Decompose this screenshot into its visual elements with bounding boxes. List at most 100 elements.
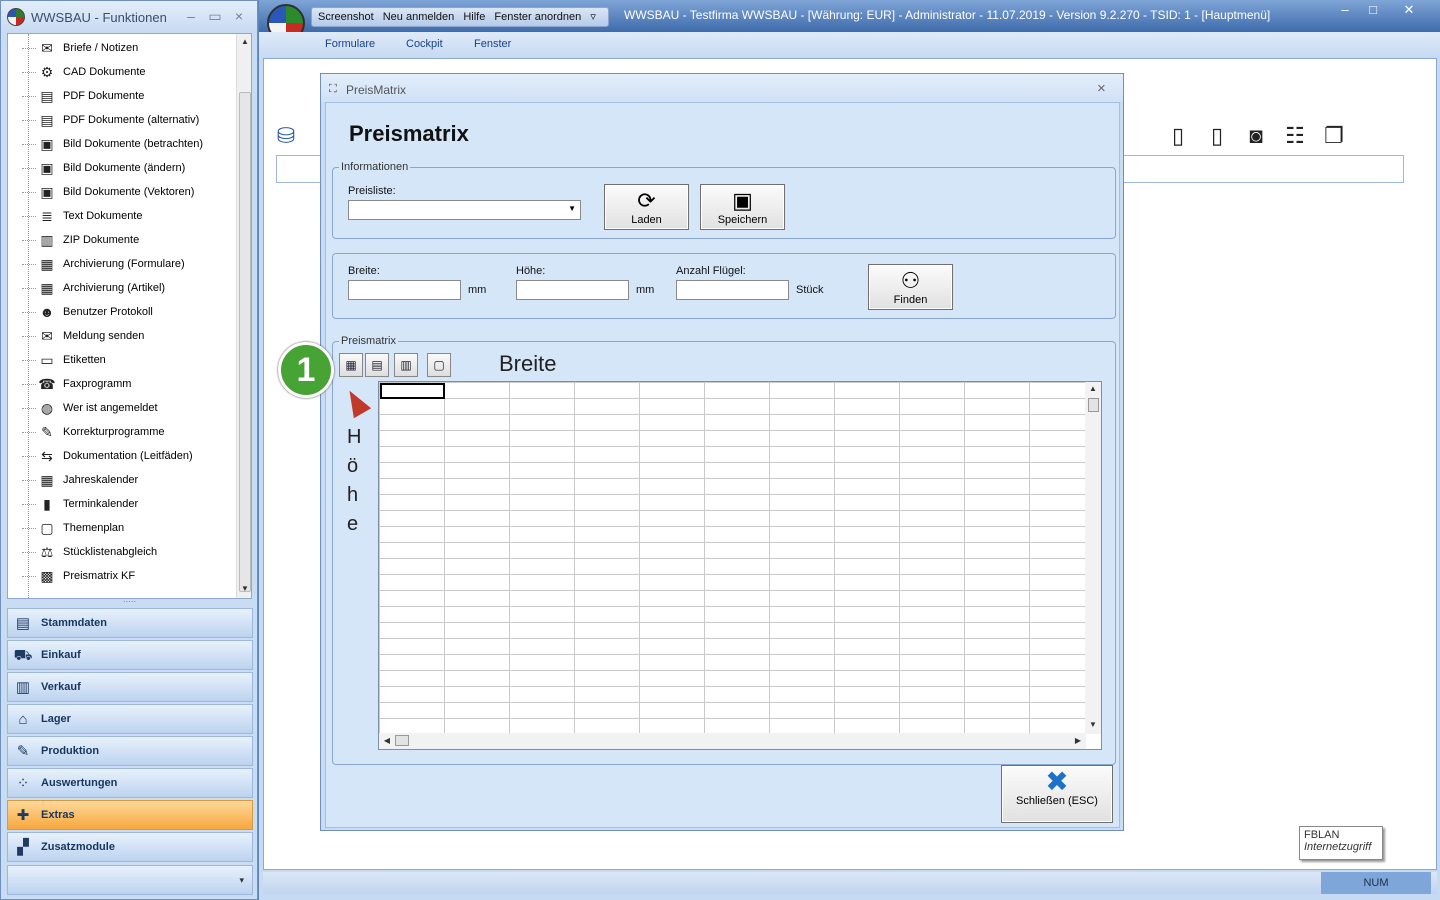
open-folder-icon[interactable]: ▤ (365, 353, 389, 377)
quick-screenshot[interactable]: Screenshot (318, 11, 374, 23)
tab-fenster[interactable]: Fenster (474, 38, 511, 50)
tree-connector (22, 360, 36, 361)
tree-item[interactable]: ⇆ Dokumentation (Leitfäden) (8, 444, 236, 468)
chevron-down-icon[interactable]: ▼ (568, 204, 576, 213)
tab-formulare[interactable]: Formulare (325, 38, 375, 50)
find-button[interactable]: ⚇ Finden (868, 264, 953, 310)
tree-item-label: Korrekturprogramme (63, 426, 165, 438)
close-button[interactable]: × (229, 7, 249, 25)
nav-item-extras[interactable]: ✚ Extras (7, 800, 253, 830)
grid-scroll-down-icon[interactable]: ▼ (1085, 720, 1101, 729)
nav-item-lager[interactable]: ⌂ Lager (7, 704, 253, 734)
edit-table-icon[interactable]: ▥ (394, 353, 418, 377)
dialog-titlebar[interactable]: ⛶ PreisMatrix × (321, 74, 1123, 102)
tree-item[interactable]: ▦ Archivierung (Artikel) (8, 276, 236, 300)
tree-item[interactable]: ▤ PDF Dokumente (alternativ) (8, 108, 236, 132)
tab-cockpit[interactable]: Cockpit (406, 38, 443, 50)
grid-vertical-scrollbar[interactable]: ▲ ▼ (1085, 382, 1101, 734)
tree-item[interactable]: ▮ Terminkalender (8, 492, 236, 516)
price-matrix-grid[interactable]: ▲ ▼ ◀ ▶ (378, 381, 1102, 750)
tree-item[interactable]: ☎ Faxprogramm (8, 372, 236, 396)
database-users-icon[interactable]: ⛁ (272, 123, 300, 153)
quick-access-dropdown-icon[interactable]: ▿ (590, 11, 596, 23)
tree-item[interactable]: ▦ Archivierung (Formulare) (8, 252, 236, 276)
mouse-right-icon[interactable]: ▯ (1203, 123, 1231, 153)
dialog-close-button[interactable]: × (1097, 80, 1106, 97)
grid-cells[interactable] (379, 382, 1086, 734)
tree-item[interactable]: ▣ Bild Dokumente (ändern) (8, 156, 236, 180)
height-field[interactable] (516, 280, 629, 300)
tree-item[interactable]: ☻ Benutzer Protokoll (8, 300, 236, 324)
splitter-grip[interactable]: ····· (7, 598, 252, 606)
width-field[interactable] (348, 280, 461, 300)
tree-item[interactable]: ✎ Korrekturprogramme (8, 420, 236, 444)
nav-item-auswertungen[interactable]: ⁘ Auswertungen (7, 768, 253, 798)
close-dialog-button[interactable]: ✖ Schließen (ESC) (1001, 765, 1113, 823)
image-icon: ▣ (40, 160, 54, 176)
tree-item[interactable]: ▥ ZIP Dokumente (8, 228, 236, 252)
quick-neu-anmelden[interactable]: Neu anmelden (383, 11, 455, 23)
nav-item-einkauf[interactable]: ⛟ Einkauf (7, 640, 253, 670)
tree-connector (22, 432, 36, 433)
tree-item[interactable]: ▭ Etiketten (8, 348, 236, 372)
network-users-icon[interactable]: ☷ (1281, 123, 1309, 153)
minimize-button[interactable]: – (181, 7, 201, 25)
num-lock-indicator: NUM (1321, 872, 1431, 894)
main-window-titlebar[interactable]: Screenshot Neu anmelden Hilfe Fenster an… (259, 0, 1440, 32)
mouse-left-icon[interactable]: ▯ (1164, 123, 1192, 153)
quick-hilfe[interactable]: Hilfe (463, 11, 485, 23)
close-x-icon: ✖ (1045, 766, 1069, 797)
tree-item[interactable]: ▩ Preismatrix KF (8, 564, 236, 588)
main-minimize-button[interactable]: – (1332, 2, 1358, 20)
function-tree: ✉ Briefe / Notizen ⚙ CAD Dokumente ▤ PDF Doku… (7, 33, 252, 599)
tree-item[interactable]: ⚖ Stücklistenabgleich (8, 540, 236, 564)
scroll-up-arrow-icon[interactable]: ▲ (237, 37, 251, 46)
save-button-label: Speichern (717, 214, 768, 226)
tree-item[interactable]: ▦ Jahreskalender (8, 468, 236, 492)
nav-pane-options[interactable]: ▾ (7, 865, 253, 895)
tree-item[interactable]: ⚙ CAD Dokumente (8, 60, 236, 84)
grid-scroll-right-icon[interactable]: ▶ (1070, 736, 1086, 745)
tree-item[interactable]: ◍ Wer ist angemeldet (8, 396, 236, 420)
grid-horizontal-scrollbar[interactable]: ◀ ▶ (379, 733, 1086, 749)
grid-scroll-up-icon[interactable]: ▲ (1085, 384, 1101, 393)
grid-hscroll-thumb[interactable] (395, 735, 409, 746)
quick-fenster-anordnen[interactable]: Fenster anordnen (494, 11, 581, 23)
tree-scroll-thumb[interactable] (239, 92, 251, 592)
tree-scrollbar[interactable]: ▲ ▼ (236, 34, 251, 598)
wings-field[interactable] (676, 280, 789, 300)
main-maximize-button[interactable]: □ (1360, 2, 1386, 20)
grid-scroll-left-icon[interactable]: ◀ (379, 736, 395, 745)
grid-vscroll-thumb[interactable] (1088, 398, 1099, 412)
tree-connector (22, 144, 36, 145)
tree-item[interactable]: ▣ Bild Dokumente (betrachten) (8, 132, 236, 156)
tree-item[interactable]: ▣ Bild Dokumente (Vektoren) (8, 180, 236, 204)
selected-cell[interactable] (380, 383, 445, 399)
trash-icon[interactable]: ▢ (427, 353, 451, 377)
nav-item-produktion[interactable]: ✎ Produktion (7, 736, 253, 766)
tree-item[interactable]: ✉ Briefe / Notizen (8, 36, 236, 60)
tree-connector (22, 504, 36, 505)
bookmark-calendar-icon: ▮ (43, 496, 51, 512)
maximize-button[interactable]: ▭ (205, 7, 225, 25)
scroll-down-arrow-icon[interactable]: ▼ (237, 584, 251, 593)
row-axis-letter: e (347, 513, 359, 535)
new-matrix-icon[interactable]: ▦ (339, 353, 363, 377)
tree-item[interactable]: ≣ Text Dokumente (8, 204, 236, 228)
tree-connector (22, 408, 36, 409)
tree-item[interactable]: ▢ Themenplan (8, 516, 236, 540)
nav-item-verkauf[interactable]: ▥ Verkauf (7, 672, 253, 702)
price-list-select[interactable]: ▼ (348, 200, 581, 220)
load-button[interactable]: ⟳ Laden (604, 184, 689, 230)
tree-item-label: Bild Dokumente (ändern) (63, 162, 186, 174)
tree-item[interactable]: ✉ Meldung senden (8, 324, 236, 348)
nav-item-zusatzmodule[interactable]: ▞ Zusatzmodule (7, 832, 253, 862)
documents-icon[interactable]: ❐ (1320, 123, 1348, 153)
phone-icon[interactable]: ◙ (1242, 123, 1270, 153)
functions-window-titlebar[interactable]: WWSBAU - Funktionen – ▭ × (1, 1, 257, 33)
nav-item-stammdaten[interactable]: ▤ Stammdaten (7, 608, 253, 638)
tree-item[interactable]: ▤ PDF Dokumente (8, 84, 236, 108)
main-close-button[interactable]: ✕ (1396, 2, 1422, 20)
save-button[interactable]: ▣ Speichern (700, 184, 785, 230)
tree-item-label: Bild Dokumente (betrachten) (63, 138, 204, 150)
